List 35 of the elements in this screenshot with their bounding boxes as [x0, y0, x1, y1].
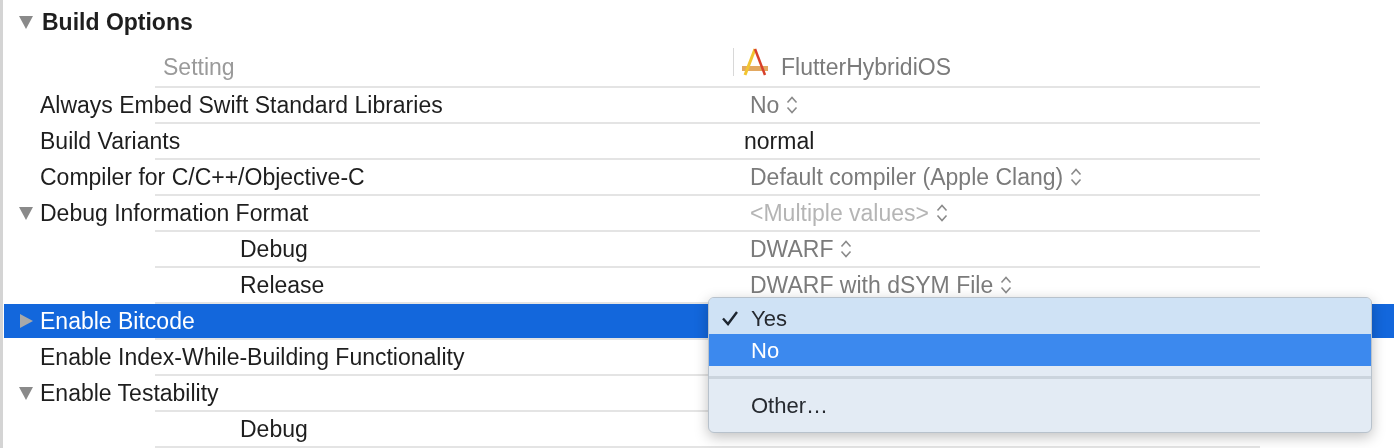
- setting-value[interactable]: No: [750, 87, 780, 123]
- setting-row[interactable]: Build Variants normal: [4, 124, 1394, 158]
- setting-label: Debug: [240, 414, 308, 444]
- target-name: FlutterHybridiOS: [781, 53, 951, 82]
- disclosure-triangle-icon[interactable]: [18, 14, 34, 30]
- ruler-pencil-icon: [741, 47, 769, 77]
- setting-value[interactable]: normal: [744, 123, 815, 159]
- setting-label: Release: [240, 270, 325, 300]
- up-down-chevron-icon: [1000, 275, 1013, 295]
- menu-item[interactable]: No: [709, 334, 1371, 366]
- up-down-chevron-icon: [936, 203, 948, 223]
- menu-item[interactable]: Other…: [709, 389, 1371, 421]
- setting-label: Debug Information Format: [40, 198, 309, 228]
- setting-label: Compiler for C/C++/Objective-C: [40, 162, 365, 192]
- setting-label: Build Variants: [40, 126, 181, 156]
- checkmark-icon: [721, 310, 739, 326]
- setting-label: Always Embed Swift Standard Libraries: [40, 90, 443, 120]
- disclosure-triangle-icon[interactable]: [18, 384, 34, 401]
- setting-row[interactable]: Debug Information Format <Multiple values>: [4, 196, 1394, 230]
- setting-row[interactable]: Release DWARF with dSYM File: [4, 268, 1394, 302]
- setting-label: Debug: [240, 234, 308, 264]
- setting-label: Enable Testability: [40, 378, 219, 408]
- setting-label: Enable Bitcode: [40, 306, 195, 336]
- column-header: Setting: [163, 53, 236, 82]
- setting-value[interactable]: Default compiler (Apple Clang): [750, 159, 1064, 195]
- setting-row[interactable]: Debug DWARF: [4, 232, 1394, 266]
- up-down-chevron-icon: [840, 239, 853, 259]
- up-down-chevron-icon: [1070, 167, 1083, 187]
- disclosure-triangle-icon[interactable]: [18, 204, 34, 221]
- setting-row[interactable]: Compiler for C/C++/Objective-C Default compiler (Apple Clang): [4, 160, 1394, 194]
- disclosure-triangle-icon[interactable]: [18, 312, 34, 329]
- setting-value[interactable]: DWARF: [750, 231, 834, 267]
- setting-row[interactable]: Always Embed Swift Standard Libraries No: [4, 88, 1394, 122]
- up-down-chevron-icon: [786, 95, 799, 115]
- section-title: Build Options: [42, 7, 193, 37]
